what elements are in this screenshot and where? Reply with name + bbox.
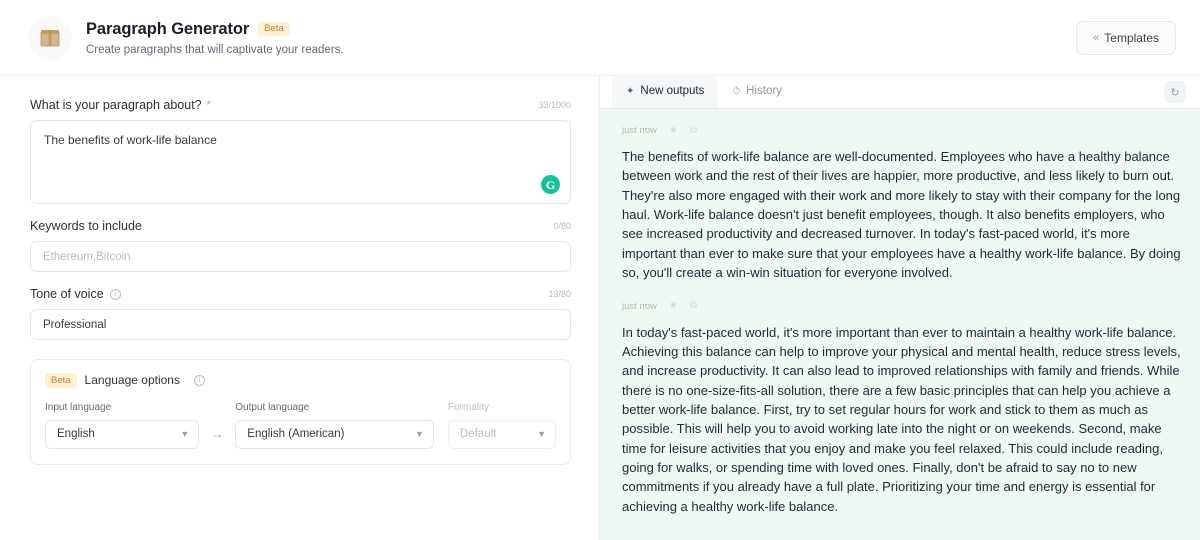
tab-history[interactable]: ⏱ History	[718, 76, 796, 108]
chevron-double-left-icon: «	[1093, 32, 1097, 44]
refresh-icon: ↻	[1170, 86, 1179, 99]
language-arrow-icon: →	[199, 427, 235, 449]
input-language-label: Input language	[45, 402, 199, 413]
main-body: What is your paragraph about? * 33/1000 …	[0, 76, 1200, 540]
input-language-select[interactable]: English ▼	[45, 420, 199, 449]
formality-label: Formality	[448, 402, 556, 413]
chevron-down-icon: ▼	[180, 429, 189, 439]
formality-value: Default	[460, 428, 531, 440]
copy-icon[interactable]: ⧉	[690, 126, 697, 136]
header-text-group: Paragraph Generator Beta Create paragrap…	[86, 20, 344, 56]
output-timestamp: just now	[622, 301, 657, 312]
app-root: Paragraph Generator Beta Create paragrap…	[0, 0, 1200, 540]
output-card: just now ★ ⧉ In today's fast-paced world…	[622, 301, 1182, 517]
star-icon[interactable]: ★	[669, 126, 678, 136]
grammarly-icon[interactable]: G	[541, 175, 560, 194]
language-options-title: Language options	[85, 373, 180, 387]
field-topic: What is your paragraph about? * 33/1000 …	[30, 98, 571, 204]
field-topic-label: What is your paragraph about?	[30, 98, 202, 112]
output-language-select[interactable]: English (American) ▼	[235, 420, 434, 449]
templates-button-label: Templates	[1104, 31, 1159, 45]
field-keywords: Keywords to include 0/80 Ethereum,Bitcoi…	[30, 219, 571, 272]
star-icon[interactable]: ★	[669, 301, 678, 311]
language-options-card: Beta Language options i Input language E…	[30, 359, 571, 465]
output-tabs: ✦ New outputs ⏱ History ↻	[600, 76, 1200, 109]
field-keywords-header: Keywords to include 0/80	[30, 219, 571, 233]
field-topic-header: What is your paragraph about? * 33/1000	[30, 98, 571, 112]
info-circle-icon[interactable]: i	[194, 375, 205, 386]
chevron-down-icon: ▼	[415, 429, 424, 439]
required-marker: *	[207, 99, 211, 111]
page-header: Paragraph Generator Beta Create paragrap…	[0, 0, 1200, 76]
sparkle-icon: ✦	[626, 86, 634, 97]
output-text: In today's fast-paced world, it's more i…	[622, 323, 1182, 517]
formality-select[interactable]: Default ▼	[448, 420, 556, 449]
tabs-spacer	[796, 76, 1164, 108]
chevron-down-icon: ▼	[537, 429, 546, 439]
tab-new-outputs-label: New outputs	[640, 85, 704, 97]
beta-badge: Beta	[258, 22, 290, 37]
language-selects-row: Input language English ▼ → Output langua…	[45, 402, 556, 449]
templates-button[interactable]: « Templates	[1076, 21, 1176, 55]
form-panel: What is your paragraph about? * 33/1000 …	[0, 76, 600, 540]
output-text: The benefits of work-life balance are we…	[622, 147, 1182, 283]
output-language-group: Output language English (American) ▼	[235, 402, 434, 449]
language-options-header: Beta Language options i	[45, 373, 556, 388]
output-language-value: English (American)	[247, 428, 409, 440]
field-keywords-label: Keywords to include	[30, 219, 142, 233]
output-timestamp: just now	[622, 125, 657, 136]
field-tone: Tone of voice i 13/80 Professional	[30, 287, 571, 340]
topic-textarea[interactable]: The benefits of work-life balance G	[30, 120, 571, 204]
output-meta: just now ★ ⧉	[622, 125, 1182, 136]
output-card: just now ★ ⧉ The benefits of work-life b…	[622, 125, 1182, 283]
refresh-button[interactable]: ↻	[1164, 81, 1186, 103]
language-beta-badge: Beta	[45, 373, 77, 388]
output-language-label: Output language	[235, 402, 434, 413]
topic-textarea-value: The benefits of work-life balance	[44, 132, 557, 149]
app-icon	[28, 16, 72, 60]
page-subtitle: Create paragraphs that will captivate yo…	[86, 44, 344, 56]
copy-icon[interactable]: ⧉	[690, 301, 697, 311]
page-title: Paragraph Generator	[86, 20, 249, 39]
tone-counter: 13/80	[548, 289, 571, 299]
tone-input[interactable]: Professional	[30, 309, 571, 340]
output-meta: just now ★ ⧉	[622, 301, 1182, 312]
tab-new-outputs[interactable]: ✦ New outputs	[612, 76, 718, 108]
output-list: just now ★ ⧉ The benefits of work-life b…	[600, 109, 1200, 540]
box-package-icon	[37, 25, 63, 51]
keywords-input[interactable]: Ethereum,Bitcoin	[30, 241, 571, 272]
clock-icon: ⏱	[732, 86, 740, 97]
input-language-group: Input language English ▼	[45, 402, 199, 449]
keywords-counter: 0/80	[553, 221, 571, 231]
title-row: Paragraph Generator Beta	[86, 20, 344, 39]
tab-history-label: History	[746, 85, 782, 97]
formality-group: Formality Default ▼	[448, 402, 556, 449]
topic-counter: 33/1000	[538, 100, 571, 110]
field-tone-header: Tone of voice i 13/80	[30, 287, 571, 301]
field-tone-label: Tone of voice	[30, 287, 104, 301]
output-panel: ✦ New outputs ⏱ History ↻ just now ★	[600, 76, 1200, 540]
input-language-value: English	[57, 428, 174, 440]
info-circle-icon[interactable]: i	[110, 289, 121, 300]
